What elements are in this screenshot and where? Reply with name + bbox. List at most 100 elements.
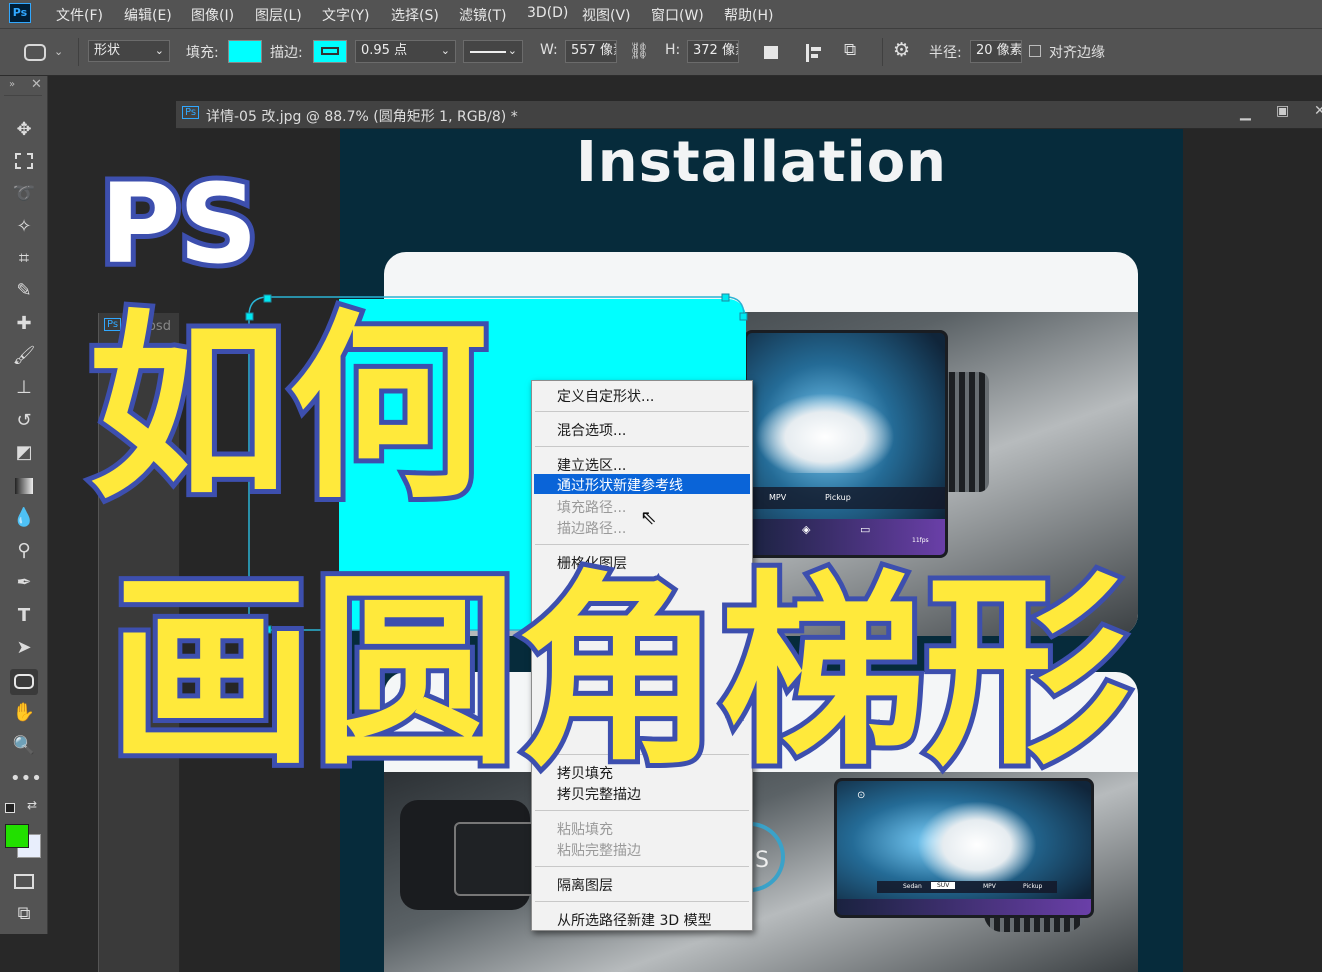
- align-edges-checkbox[interactable]: [1029, 45, 1041, 57]
- stroke-icon: [321, 47, 339, 55]
- screen-bottom-bar: [837, 899, 1091, 915]
- eraser-tool-icon[interactable]: ◩: [10, 440, 38, 466]
- radius-input[interactable]: 20 像素: [970, 40, 1022, 63]
- maximize-icon[interactable]: ▣: [1276, 103, 1289, 119]
- overlay-title-draw-rounded-trapezoid: 画圆角梯形: [103, 553, 1135, 793]
- align-edges-label: 对齐边缘: [1049, 45, 1105, 61]
- document-title[interactable]: 详情-05 改.jpg @ 88.7% (圆角矩形 1, RGB/8) *: [206, 106, 518, 126]
- move-tool-icon[interactable]: ✥: [10, 117, 38, 143]
- healing-brush-tool-icon[interactable]: ✚: [10, 311, 38, 337]
- divider: [4, 95, 42, 96]
- zoom-tool-icon[interactable]: 🔍: [10, 733, 38, 759]
- path-selection-tool-icon[interactable]: ➤: [10, 635, 38, 661]
- expand-panel-icon[interactable]: »: [9, 79, 15, 90]
- pen-tool-icon[interactable]: ✒: [10, 570, 38, 596]
- white-car-image: [917, 801, 1037, 881]
- marquee-tool-icon[interactable]: [10, 149, 38, 175]
- path-arrangement-icon[interactable]: ⧉: [844, 40, 856, 60]
- lasso-tool-icon[interactable]: ➰: [10, 181, 38, 207]
- height-input[interactable]: 372 像素: [687, 40, 739, 63]
- chevron-down-icon[interactable]: ⌄: [54, 45, 63, 58]
- anchor-point[interactable]: [739, 312, 748, 321]
- chevron-down-icon: ⌄: [154, 44, 164, 57]
- menu-layer[interactable]: 图层(L): [255, 5, 302, 25]
- solid-line-icon: [470, 51, 506, 53]
- menu-separator: [535, 901, 749, 902]
- chevron-down-icon: ⌄: [507, 44, 517, 57]
- magic-wand-tool-icon[interactable]: ✧: [10, 214, 38, 240]
- menu-edit[interactable]: 编辑(E): [124, 5, 172, 25]
- menu-view[interactable]: 视图(V): [582, 5, 631, 25]
- stroke-width-value: 0.95 点: [361, 43, 408, 58]
- link-icon[interactable]: ⛓: [629, 41, 649, 60]
- menu-window[interactable]: 窗口(W): [651, 5, 704, 25]
- overlay-title-how: 如何: [83, 293, 493, 526]
- tab-mpv: MPV: [769, 493, 787, 502]
- layers-icon: ◈: [802, 523, 811, 536]
- tool-mode-select[interactable]: 形状 ⌄: [88, 40, 170, 62]
- menu-item-fill-path[interactable]: 填充路径...: [557, 497, 626, 517]
- menu-item-make-selection[interactable]: 建立选区...: [557, 455, 626, 475]
- screen-mode-icon[interactable]: ⧉: [10, 901, 38, 927]
- menu-item-define-custom-shape[interactable]: 定义自定形状...: [557, 386, 654, 406]
- stroke-color-swatch[interactable]: [313, 40, 347, 63]
- menu-image[interactable]: 图像(I): [191, 5, 234, 25]
- more-tools-icon[interactable]: •••: [10, 766, 42, 792]
- tab-suv: SUV: [931, 882, 956, 889]
- fill-color-swatch[interactable]: [228, 40, 262, 63]
- height-label: H:: [665, 42, 681, 58]
- tab-pickup: Pickup: [1023, 883, 1043, 890]
- menu-item-isolate-layers[interactable]: 隔离图层: [557, 875, 613, 895]
- tool-mode-value: 形状: [94, 43, 121, 58]
- type-tool-icon[interactable]: T: [10, 603, 38, 629]
- menu-select[interactable]: 选择(S): [391, 5, 439, 25]
- divider: [882, 38, 883, 66]
- default-colors-icon[interactable]: [5, 803, 15, 813]
- head-unit-screen-top: MPV Pickup ◈ ▭ 11fps: [744, 330, 948, 558]
- menu-item-paste-fill[interactable]: 粘贴填充: [557, 819, 613, 839]
- stamp-tool-icon[interactable]: ⊥: [10, 375, 38, 401]
- menu-item-new-3d-from-path[interactable]: 从所选路径新建 3D 模型: [557, 910, 712, 930]
- tab-sedan: Sedan: [903, 883, 922, 890]
- width-input[interactable]: 557 像素: [565, 40, 617, 63]
- gear-icon[interactable]: ⚙: [893, 39, 910, 61]
- width-label: W:: [540, 42, 558, 58]
- mouse-cursor-icon: ⇖: [640, 505, 657, 529]
- crop-tool-icon[interactable]: ⌗: [10, 246, 38, 272]
- menu-file[interactable]: 文件(F): [56, 5, 103, 25]
- rounded-rect-tool-preset-icon[interactable]: [24, 44, 46, 61]
- menu-item-new-guides-from-shape[interactable]: 通过形状新建参考线: [557, 475, 683, 495]
- rounded-rect-tool-icon[interactable]: [10, 669, 38, 695]
- history-brush-tool-icon[interactable]: ↺: [10, 408, 38, 434]
- path-alignment-bar: [811, 54, 818, 58]
- stroke-width-input[interactable]: 0.95 点 ⌄: [355, 40, 456, 63]
- menu-type[interactable]: 文字(Y): [322, 5, 369, 25]
- menu-help[interactable]: 帮助(H): [724, 5, 773, 25]
- gradient-tool-icon[interactable]: [10, 473, 38, 499]
- swap-colors-icon[interactable]: ⇄: [27, 798, 37, 812]
- brush-tool-icon[interactable]: 🖌: [10, 343, 38, 369]
- stroke-type-select[interactable]: ⌄: [463, 40, 523, 63]
- annotation-label: S: [755, 848, 769, 873]
- stroke-label: 描边:: [270, 45, 303, 61]
- photoshop-doc-icon: Ps: [182, 106, 200, 119]
- dodge-tool-icon[interactable]: ⚲: [10, 538, 38, 564]
- blur-tool-icon[interactable]: 💧: [10, 505, 38, 531]
- menu-filter[interactable]: 滤镜(T): [459, 5, 506, 25]
- foreground-color-swatch[interactable]: [5, 824, 29, 848]
- hand-tool-icon[interactable]: ✋: [10, 700, 38, 726]
- path-operations-icon[interactable]: [764, 46, 778, 59]
- menu-separator: [535, 810, 749, 811]
- menu-item-blending-options[interactable]: 混合选项...: [557, 420, 626, 440]
- path-alignment-icon[interactable]: [806, 44, 809, 62]
- quick-mask-icon[interactable]: [10, 869, 38, 895]
- eyedropper-tool-icon[interactable]: ✎: [10, 278, 38, 304]
- radius-label: 半径:: [929, 45, 962, 61]
- close-icon[interactable]: ✕: [31, 77, 42, 92]
- close-icon[interactable]: ✕: [1314, 103, 1322, 119]
- menu-item-stroke-path[interactable]: 描边路径...: [557, 518, 626, 538]
- menu-item-paste-complete-stroke[interactable]: 粘贴完整描边: [557, 840, 641, 860]
- anchor-point[interactable]: [721, 293, 730, 302]
- minimize-icon[interactable]: ▁: [1240, 105, 1251, 121]
- menu-3d[interactable]: 3D(D): [527, 5, 568, 21]
